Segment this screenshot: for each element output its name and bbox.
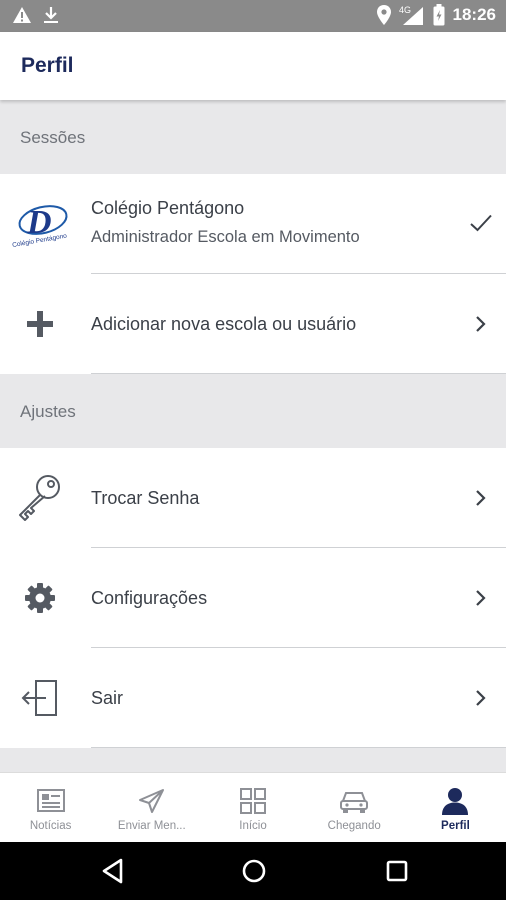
system-navigation-bar bbox=[0, 842, 506, 900]
newspaper-icon bbox=[36, 789, 65, 812]
nav-item-send-message[interactable]: Enviar Men... bbox=[101, 773, 202, 843]
battery-icon bbox=[433, 4, 445, 26]
recents-icon[interactable] bbox=[383, 857, 411, 885]
check-icon bbox=[470, 214, 492, 232]
settings-button[interactable]: Configurações bbox=[0, 548, 506, 648]
section-title: Ajustes bbox=[20, 402, 76, 421]
nav-label: Perfil bbox=[441, 820, 470, 832]
nav-item-profile[interactable]: Perfil bbox=[405, 773, 506, 843]
person-icon bbox=[442, 788, 469, 815]
grid-icon bbox=[240, 788, 266, 814]
chevron-right-icon bbox=[476, 590, 486, 606]
nav-label: Chegando bbox=[327, 820, 381, 832]
status-time: 18:26 bbox=[452, 5, 496, 24]
location-icon bbox=[376, 5, 391, 25]
user-role: Administrador Escola em Movimento bbox=[91, 228, 360, 246]
chevron-right-icon bbox=[476, 316, 486, 332]
logout-button[interactable]: Sair bbox=[0, 648, 506, 748]
nav-label: Notícias bbox=[29, 820, 72, 832]
school-logo: D Colégio Pentágono bbox=[10, 196, 72, 252]
section-header-settings: Ajustes bbox=[0, 374, 506, 448]
settings-item-label: Sair bbox=[91, 688, 124, 708]
signal-icon: 4G bbox=[399, 5, 423, 25]
section-title: Sessões bbox=[20, 128, 86, 147]
app-bar: Perfil bbox=[0, 32, 506, 100]
back-icon[interactable] bbox=[99, 857, 127, 885]
add-school-button[interactable]: Adicionar nova escola ou usuário bbox=[0, 274, 506, 374]
home-icon[interactable] bbox=[240, 857, 268, 885]
download-icon bbox=[44, 7, 58, 23]
logout-icon bbox=[14, 672, 66, 724]
svg-text:4G: 4G bbox=[399, 5, 411, 15]
settings-item-label: Configurações bbox=[91, 588, 208, 608]
status-bar: 4G 18:26 bbox=[0, 0, 506, 32]
nav-label: Início bbox=[239, 820, 267, 832]
nav-item-home[interactable]: Início bbox=[202, 773, 303, 843]
section-header-sessions: Sessões bbox=[0, 100, 506, 174]
plus-icon bbox=[14, 298, 66, 350]
list-footer-spacer bbox=[0, 748, 506, 772]
nav-item-news[interactable]: Notícias bbox=[0, 773, 101, 843]
settings-item-label: Trocar Senha bbox=[91, 488, 200, 508]
nav-item-arriving[interactable]: Chegando bbox=[304, 773, 405, 843]
chevron-right-icon bbox=[476, 490, 486, 506]
car-icon bbox=[340, 792, 369, 813]
session-row[interactable]: D Colégio Pentágono Colégio Pentágono Ad… bbox=[0, 174, 506, 274]
nav-label: Enviar Men... bbox=[117, 820, 186, 832]
chevron-right-icon bbox=[476, 690, 486, 706]
key-icon bbox=[14, 470, 66, 522]
page-title: Perfil bbox=[21, 54, 74, 77]
gear-icon bbox=[14, 572, 66, 624]
change-password-button[interactable]: Trocar Senha bbox=[0, 448, 506, 548]
send-icon bbox=[138, 789, 164, 813]
add-school-label: Adicionar nova escola ou usuário bbox=[91, 314, 357, 334]
bottom-navigation: Notícias Enviar Men... Início Chegando P… bbox=[0, 772, 506, 843]
school-name: Colégio Pentágono bbox=[91, 198, 245, 218]
warning-icon bbox=[13, 7, 31, 23]
